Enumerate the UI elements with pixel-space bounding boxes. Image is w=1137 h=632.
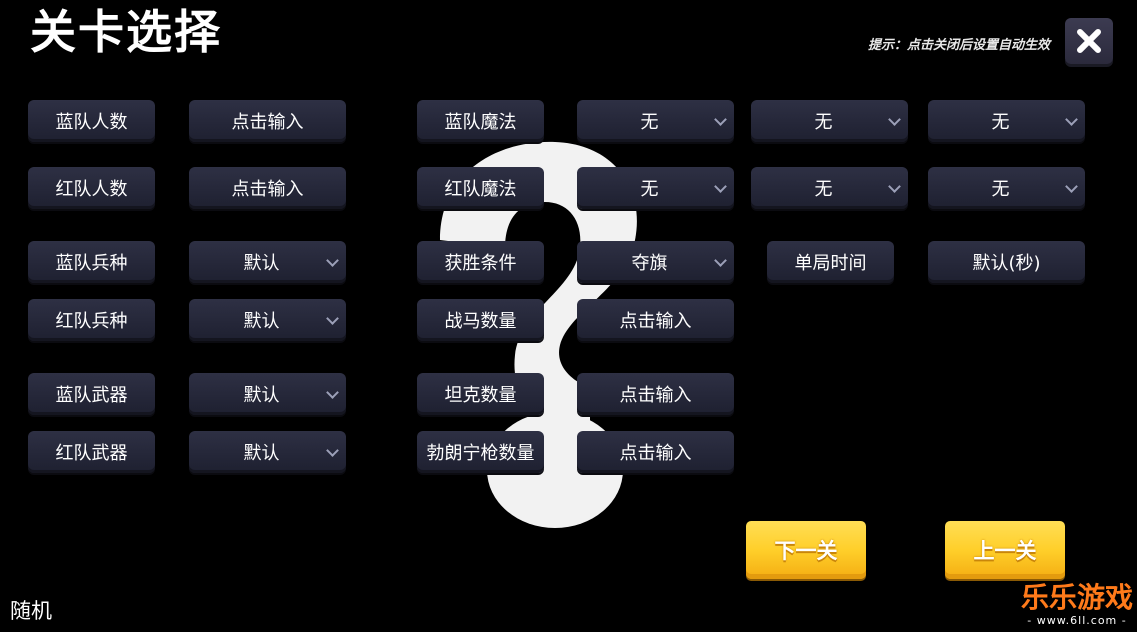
round-time-input[interactable]: 默认(秒) — [928, 241, 1085, 283]
red-unit-select[interactable]: 默认 — [189, 299, 346, 341]
red-magic-label: 红队魔法 — [417, 167, 544, 209]
red-weapon-select[interactable]: 默认 — [189, 431, 346, 473]
chevron-down-icon — [888, 180, 901, 193]
red-count-label: 红队人数 — [28, 167, 155, 209]
tank-count-label: 坦克数量 — [417, 373, 544, 415]
prev-level-button[interactable]: 上一关 — [945, 521, 1065, 579]
blue-weapon-label: 蓝队武器 — [28, 373, 155, 415]
watermark-brand: 乐乐游戏 — [1020, 581, 1133, 614]
blue-unit-select[interactable]: 默认 — [189, 241, 346, 283]
chevron-down-icon — [1065, 113, 1078, 126]
chevron-down-icon — [714, 180, 727, 193]
red-count-input[interactable]: 点击输入 — [189, 167, 346, 209]
chevron-down-icon — [326, 444, 339, 457]
blue-weapon-select[interactable]: 默认 — [189, 373, 346, 415]
blue-magic-select-2[interactable]: 无 — [751, 100, 908, 142]
browning-count-input[interactable]: 点击输入 — [577, 431, 734, 473]
red-magic-select-1[interactable]: 无 — [577, 167, 734, 209]
red-weapon-label: 红队武器 — [28, 431, 155, 473]
chevron-down-icon — [714, 254, 727, 267]
blue-magic-select-3[interactable]: 无 — [928, 100, 1085, 142]
chevron-down-icon — [326, 386, 339, 399]
red-magic-select-3[interactable]: 无 — [928, 167, 1085, 209]
page-title: 关卡选择 — [30, 5, 222, 59]
chevron-down-icon — [1065, 180, 1078, 193]
chevron-down-icon — [326, 312, 339, 325]
random-button[interactable]: 随机 — [10, 595, 52, 625]
chevron-down-icon — [714, 113, 727, 126]
watermark-url: - www.6ll.com - — [1027, 614, 1127, 627]
round-time-label: 单局时间 — [767, 241, 894, 283]
settings-hint: 提示：点击关闭后设置自动生效 — [867, 38, 1050, 53]
chevron-down-icon — [888, 113, 901, 126]
tank-count-input[interactable]: 点击输入 — [577, 373, 734, 415]
horse-count-label: 战马数量 — [417, 299, 544, 341]
close-button[interactable] — [1065, 18, 1113, 64]
win-condition-label: 获胜条件 — [417, 241, 544, 283]
blue-magic-select-1[interactable]: 无 — [577, 100, 734, 142]
blue-count-label: 蓝队人数 — [28, 100, 155, 142]
horse-count-input[interactable]: 点击输入 — [577, 299, 734, 341]
next-level-button[interactable]: 下一关 — [746, 521, 866, 579]
blue-count-input[interactable]: 点击输入 — [189, 100, 346, 142]
red-magic-select-2[interactable]: 无 — [751, 167, 908, 209]
red-unit-label: 红队兵种 — [28, 299, 155, 341]
chevron-down-icon — [326, 254, 339, 267]
blue-unit-label: 蓝队兵种 — [28, 241, 155, 283]
win-condition-select[interactable]: 夺旗 — [577, 241, 734, 283]
blue-magic-label: 蓝队魔法 — [417, 100, 544, 142]
watermark: 乐乐游戏 - www.6ll.com - — [1020, 581, 1133, 628]
close-icon — [1077, 29, 1101, 53]
browning-count-label: 勃朗宁枪数量 — [417, 431, 544, 473]
